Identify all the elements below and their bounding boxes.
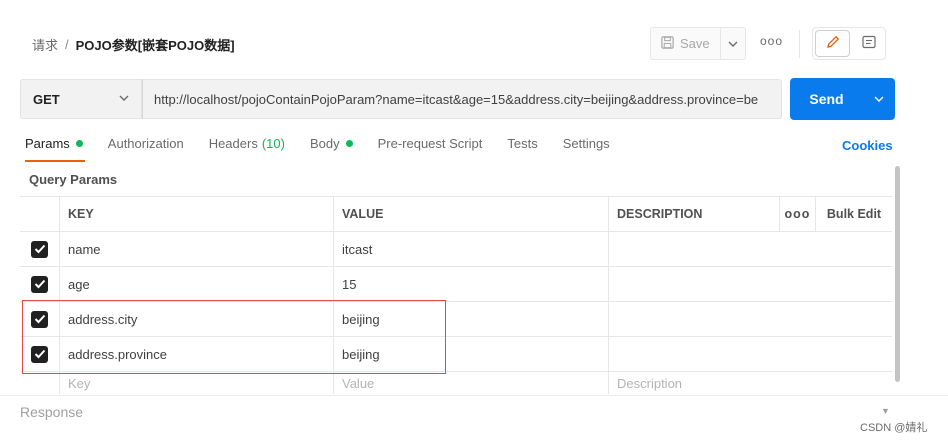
response-label: Response xyxy=(20,404,84,420)
request-title[interactable]: POJO参数[嵌套POJO数据] xyxy=(76,35,235,54)
status-dot xyxy=(75,140,83,147)
column-header-value: VALUE xyxy=(333,197,608,231)
empty-check-cell xyxy=(20,372,59,394)
tab-label: Headers xyxy=(208,136,258,151)
save-button-group: Save xyxy=(650,27,746,60)
tab-body[interactable]: Body xyxy=(310,136,353,151)
caret-down-icon[interactable]: ▼ xyxy=(881,406,890,416)
tab-authorization[interactable]: Authorization xyxy=(108,136,184,151)
new-value-input[interactable]: Value xyxy=(333,372,608,394)
response-divider[interactable] xyxy=(0,395,948,396)
tab-pre-request-script[interactable]: Pre-request Script xyxy=(378,136,483,151)
divider xyxy=(799,30,800,58)
tab-label: Params xyxy=(25,136,70,151)
column-header-description: DESCRIPTION xyxy=(608,197,779,231)
pencil-icon xyxy=(825,34,841,53)
query-params-title: Query Params xyxy=(29,172,118,187)
row-checkbox[interactable] xyxy=(20,337,59,371)
params-table: KEY VALUE DESCRIPTION ooo Bulk Edit name… xyxy=(20,196,892,394)
param-key[interactable]: name xyxy=(59,232,333,266)
chevron-down-icon xyxy=(728,37,738,51)
cookies-link[interactable]: Cookies xyxy=(842,138,893,153)
column-options-button[interactable]: ooo xyxy=(779,197,815,231)
scrollbar[interactable] xyxy=(895,166,900,382)
breadcrumb-separator: / xyxy=(65,37,69,52)
status-dot xyxy=(345,140,353,147)
check-icon xyxy=(31,240,48,258)
param-description[interactable] xyxy=(608,337,892,371)
method-label: GET xyxy=(33,91,60,107)
save-options-button[interactable] xyxy=(721,37,745,51)
chevron-down-icon xyxy=(874,92,884,106)
check-icon xyxy=(31,275,48,293)
column-header-key: KEY xyxy=(59,197,333,231)
tab-settings[interactable]: Settings xyxy=(563,136,610,151)
edit-mode-button[interactable] xyxy=(815,30,850,57)
request-tabs: Params Authorization Headers (10) Body Pr… xyxy=(25,136,635,151)
check-icon xyxy=(31,310,48,328)
mode-toggle xyxy=(812,27,886,60)
save-label: Save xyxy=(680,36,710,51)
send-button-group: Send xyxy=(790,78,895,120)
param-description[interactable] xyxy=(608,232,892,266)
headers-count: (10) xyxy=(261,136,285,151)
tab-label: Body xyxy=(309,136,340,151)
param-description[interactable] xyxy=(608,302,892,336)
table-row: name itcast xyxy=(20,232,892,267)
tab-label: Authorization xyxy=(107,136,184,151)
new-param-row: Key Value Description xyxy=(20,372,892,394)
save-icon xyxy=(660,35,675,53)
comment-icon xyxy=(861,34,877,53)
tab-params[interactable]: Params xyxy=(25,136,83,151)
chevron-down-icon xyxy=(119,91,129,105)
tab-label: Pre-request Script xyxy=(377,136,483,151)
table-row: address.province beijing xyxy=(20,337,892,372)
active-tab-indicator xyxy=(25,160,85,162)
table-row: age 15 xyxy=(20,267,892,302)
param-description[interactable] xyxy=(608,267,892,301)
tab-headers[interactable]: Headers (10) xyxy=(209,136,285,151)
breadcrumb-parent[interactable]: 请求 xyxy=(32,35,58,54)
new-key-input[interactable]: Key xyxy=(59,372,333,394)
param-value[interactable]: beijing xyxy=(333,337,608,371)
watermark: CSDN @婧礼 xyxy=(860,422,928,434)
row-checkbox[interactable] xyxy=(20,232,59,266)
table-row: address.city beijing xyxy=(20,302,892,337)
param-value[interactable]: beijing xyxy=(333,302,608,336)
row-checkbox[interactable] xyxy=(20,267,59,301)
check-icon xyxy=(31,345,48,363)
param-key[interactable]: age xyxy=(59,267,333,301)
tab-tests[interactable]: Tests xyxy=(507,136,537,151)
method-select[interactable]: GET xyxy=(20,79,142,119)
param-value[interactable]: itcast xyxy=(333,232,608,266)
param-key[interactable]: address.city xyxy=(59,302,333,336)
more-actions-button[interactable]: ooo xyxy=(760,34,783,48)
save-button[interactable]: Save xyxy=(651,28,721,59)
send-options-button[interactable] xyxy=(863,92,895,106)
header-check-cell xyxy=(20,197,59,231)
comments-mode-button[interactable] xyxy=(852,28,885,59)
param-value[interactable]: 15 xyxy=(333,267,608,301)
tab-label: Settings xyxy=(562,136,610,151)
table-header: KEY VALUE DESCRIPTION ooo Bulk Edit xyxy=(20,197,892,232)
url-input[interactable]: http://localhost/pojoContainPojoParam?na… xyxy=(142,79,782,119)
param-key[interactable]: address.province xyxy=(59,337,333,371)
send-button[interactable]: Send xyxy=(790,91,863,107)
bulk-edit-button[interactable]: Bulk Edit xyxy=(815,197,892,231)
breadcrumb: 请求 / POJO参数[嵌套POJO数据] xyxy=(32,35,235,54)
tab-label: Tests xyxy=(507,136,538,151)
new-description-input[interactable]: Description xyxy=(608,372,892,394)
row-checkbox[interactable] xyxy=(20,302,59,336)
